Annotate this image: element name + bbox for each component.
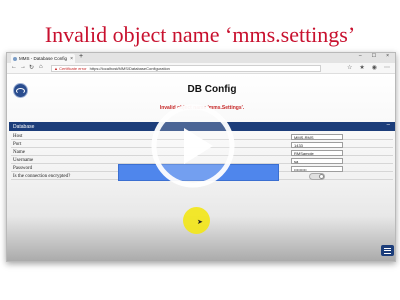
port-label: Port bbox=[13, 142, 22, 147]
new-tab-button[interactable]: + bbox=[79, 53, 83, 60]
favorites-icon[interactable]: ★ bbox=[359, 64, 364, 71]
port-input[interactable]: 1433 bbox=[291, 142, 343, 148]
favicon-icon bbox=[13, 56, 17, 61]
reload-icon[interactable]: ↻ bbox=[29, 64, 34, 71]
password-label: Password bbox=[13, 166, 33, 171]
toggle-knob bbox=[319, 174, 324, 179]
minimize-icon[interactable]: – bbox=[359, 53, 362, 59]
tab-title: MMS - Database Config bbox=[19, 56, 68, 61]
app-logo-icon bbox=[13, 83, 28, 98]
certificate-error-indicator[interactable]: ▲ Certificate error bbox=[54, 66, 87, 71]
forward-icon[interactable]: → bbox=[20, 64, 26, 70]
url-text[interactable]: https://localhost/MMS/DatabaseConfigurat… bbox=[90, 66, 170, 71]
username-input[interactable]: sa bbox=[291, 158, 343, 164]
name-label: Name bbox=[13, 150, 25, 155]
host-input[interactable]: MMS-RMS bbox=[291, 134, 343, 140]
window-controls: – ☐ × bbox=[359, 53, 389, 59]
browser-tab[interactable]: MMS - Database Config × bbox=[11, 54, 75, 63]
video-headline: Invalid object name ‘mms.settings’ bbox=[44, 22, 356, 47]
browser-tab-strip: MMS - Database Config × + – ☐ × bbox=[7, 53, 395, 63]
close-window-icon[interactable]: × bbox=[386, 53, 389, 59]
more-menu-icon[interactable]: ⋯ bbox=[384, 64, 390, 71]
url-field[interactable]: ▲ Certificate error https://localhost/MM… bbox=[51, 65, 321, 72]
profile-icon[interactable]: ◉ bbox=[372, 64, 377, 71]
name-input[interactable]: RMSample bbox=[291, 150, 343, 156]
section-title: Database bbox=[13, 123, 35, 130]
maximize-icon[interactable]: ☐ bbox=[372, 53, 376, 59]
tab-close-icon[interactable]: × bbox=[70, 56, 73, 62]
favorite-star-icon[interactable]: ☆ bbox=[347, 64, 352, 71]
home-icon[interactable]: ⌂ bbox=[39, 64, 43, 70]
host-label: Host bbox=[13, 134, 23, 139]
browser-toolbar-icons: ☆ ★ ◉ ⋯ bbox=[347, 64, 390, 71]
username-label: Username bbox=[13, 158, 34, 163]
video-frame: Invalid object name ‘mms.settings’ MMS -… bbox=[0, 0, 400, 300]
play-button-icon[interactable] bbox=[150, 103, 236, 189]
mouse-cursor-icon: ➤ bbox=[197, 219, 203, 226]
collapse-icon[interactable]: – bbox=[387, 122, 390, 128]
page-title: DB Config bbox=[187, 84, 237, 95]
address-bar: ← → ↻ ⌂ ▲ Certificate error https://loca… bbox=[7, 63, 395, 74]
password-input[interactable]: ••••••••• bbox=[291, 166, 343, 172]
encryption-toggle[interactable] bbox=[309, 173, 325, 180]
hamburger-menu-icon[interactable] bbox=[381, 245, 394, 256]
encryption-label: Is the connection encrypted? bbox=[13, 174, 71, 179]
back-icon[interactable]: ← bbox=[11, 64, 17, 70]
